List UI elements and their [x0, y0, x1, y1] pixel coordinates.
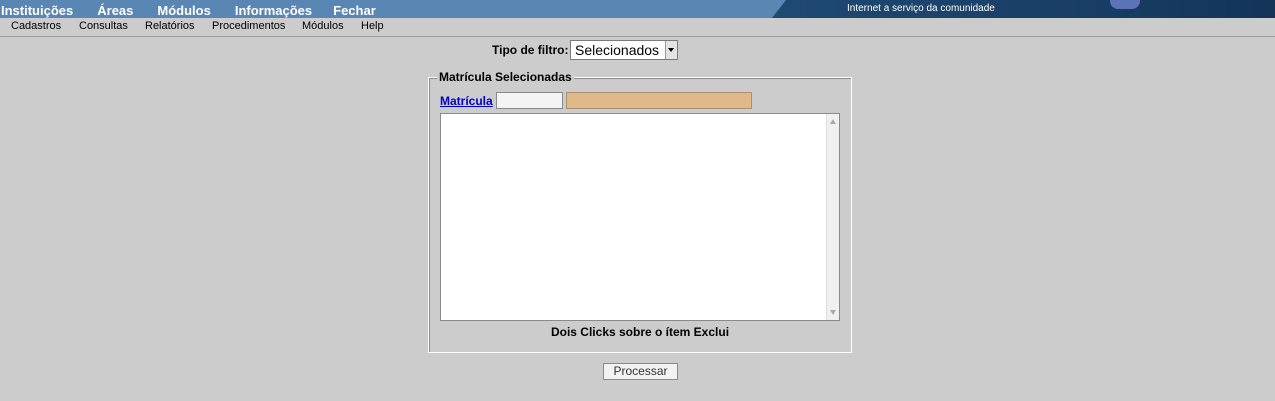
banner-tagline: Internet a serviço da comunidade: [847, 3, 995, 14]
chevron-down-icon[interactable]: [665, 41, 677, 59]
selected-matriculas-listbox[interactable]: [440, 113, 840, 321]
menu-item-consultas[interactable]: Consultas: [79, 20, 128, 32]
header-banner: Internet a serviço da comunidade: [772, 0, 1275, 18]
top-nav-instituicoes[interactable]: Instituições: [1, 0, 73, 18]
banner-logo-shape: [1110, 0, 1140, 9]
menu-item-cadastros[interactable]: Cadastros: [11, 20, 61, 32]
listbox-scrollbar[interactable]: [826, 114, 839, 320]
top-nav-modulos[interactable]: Módulos: [157, 0, 210, 18]
matricula-link[interactable]: Matrícula: [440, 94, 493, 108]
banner-notch: [772, 0, 786, 18]
process-button[interactable]: Processar: [603, 363, 678, 380]
scroll-down-arrow-icon[interactable]: [830, 310, 836, 315]
scroll-up-arrow-icon[interactable]: [830, 119, 836, 124]
top-nav-areas[interactable]: Áreas: [97, 0, 133, 18]
menu-item-modulos[interactable]: Módulos: [302, 20, 344, 32]
top-header: Instituições Áreas Módulos Informações F…: [0, 0, 1275, 18]
top-nav-informacoes[interactable]: Informações: [235, 0, 312, 18]
matricula-input[interactable]: [496, 92, 563, 109]
fieldset-legend: Matrícula Selecionadas: [437, 70, 574, 84]
matricula-name-field: [566, 92, 752, 109]
top-nav-fechar[interactable]: Fechar: [333, 0, 376, 18]
menu-item-procedimentos[interactable]: Procedimentos: [212, 20, 285, 32]
filter-type-label: Tipo de filtro:: [492, 43, 569, 57]
menu-bar: Cadastros Consultas Relatórios Procedime…: [0, 18, 1275, 37]
double-click-hint: Dois Clicks sobre o ítem Exclui: [550, 325, 730, 339]
top-nav: Instituições Áreas Módulos Informações F…: [0, 0, 376, 18]
menu-item-help[interactable]: Help: [361, 20, 384, 32]
menu-item-relatorios[interactable]: Relatórios: [145, 20, 195, 32]
filter-type-select[interactable]: Selecionados: [570, 40, 678, 60]
filter-type-value: Selecionados: [575, 42, 660, 58]
